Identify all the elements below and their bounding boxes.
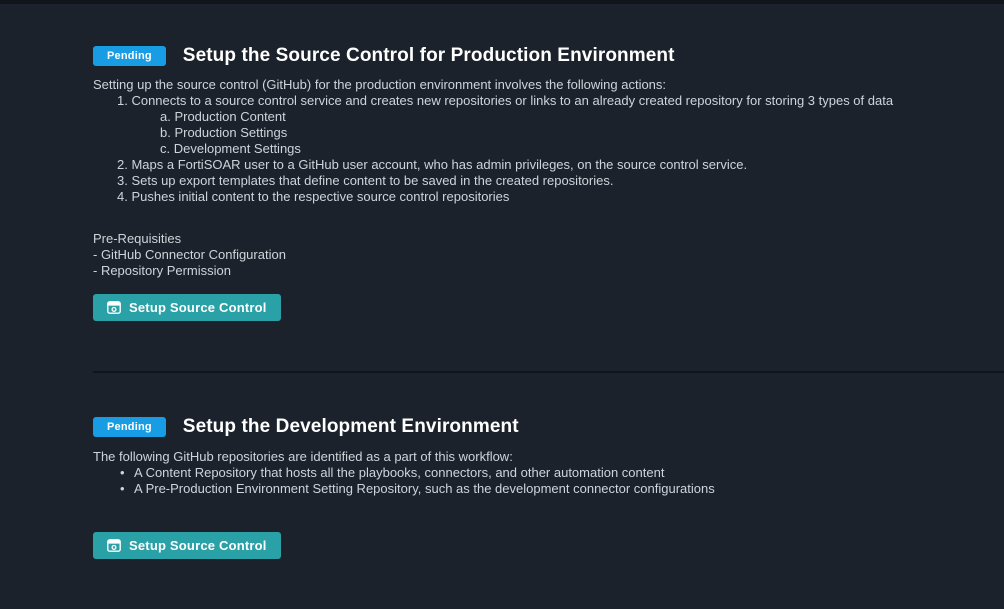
prerequisites-title: Pre-Requisities: [93, 231, 1004, 247]
bullet-item: A Content Repository that hosts all the …: [93, 465, 1004, 481]
section-divider: [93, 371, 1004, 373]
source-control-repo-icon: [107, 539, 121, 552]
setup-source-control-button-label: Setup Source Control: [129, 538, 267, 553]
intro-line: Setting up the source control (GitHub) f…: [93, 77, 1004, 93]
setup-source-control-button-label: Setup Source Control: [129, 300, 267, 315]
setup-source-control-button[interactable]: Setup Source Control: [93, 294, 281, 321]
window-top-edge: [0, 0, 1004, 4]
source-control-repo-icon: [107, 301, 121, 314]
step-line: 2. Maps a FortiSOAR user to a GitHub use…: [93, 157, 1004, 173]
section-production-source-control: Pending Setup the Source Control for Pro…: [93, 45, 1004, 321]
button-row: Setup Source Control: [93, 507, 1004, 559]
section-header: Pending Setup the Source Control for Pro…: [93, 45, 1004, 67]
instructions-block: Setting up the source control (GitHub) f…: [93, 77, 1004, 205]
prerequisites-block: Pre-Requisities - GitHub Connector Confi…: [93, 231, 1004, 279]
intro-line: The following GitHub repositories are id…: [93, 449, 1004, 465]
substep-line: b. Production Settings: [93, 125, 1004, 141]
section-development-environment: Pending Setup the Development Environmen…: [93, 416, 1004, 559]
workflow-page: Pending Setup the Source Control for Pro…: [0, 45, 1004, 609]
section-title: Setup the Development Environment: [183, 416, 519, 438]
setup-source-control-button[interactable]: Setup Source Control: [93, 532, 281, 559]
prerequisite-item: - GitHub Connector Configuration: [93, 247, 1004, 263]
status-badge: Pending: [93, 46, 166, 66]
step-line: 3. Sets up export templates that define …: [93, 173, 1004, 189]
status-badge: Pending: [93, 417, 166, 437]
substep-line: a. Production Content: [93, 109, 1004, 125]
step-line: 4. Pushes initial content to the respect…: [93, 189, 1004, 205]
prerequisite-item: - Repository Permission: [93, 263, 1004, 279]
substep-line: c. Development Settings: [93, 141, 1004, 157]
section-header: Pending Setup the Development Environmen…: [93, 416, 1004, 438]
section-title: Setup the Source Control for Production …: [183, 45, 675, 67]
bullet-item: A Pre-Production Environment Setting Rep…: [93, 481, 1004, 497]
step-line: 1. Connects to a source control service …: [93, 93, 1004, 109]
